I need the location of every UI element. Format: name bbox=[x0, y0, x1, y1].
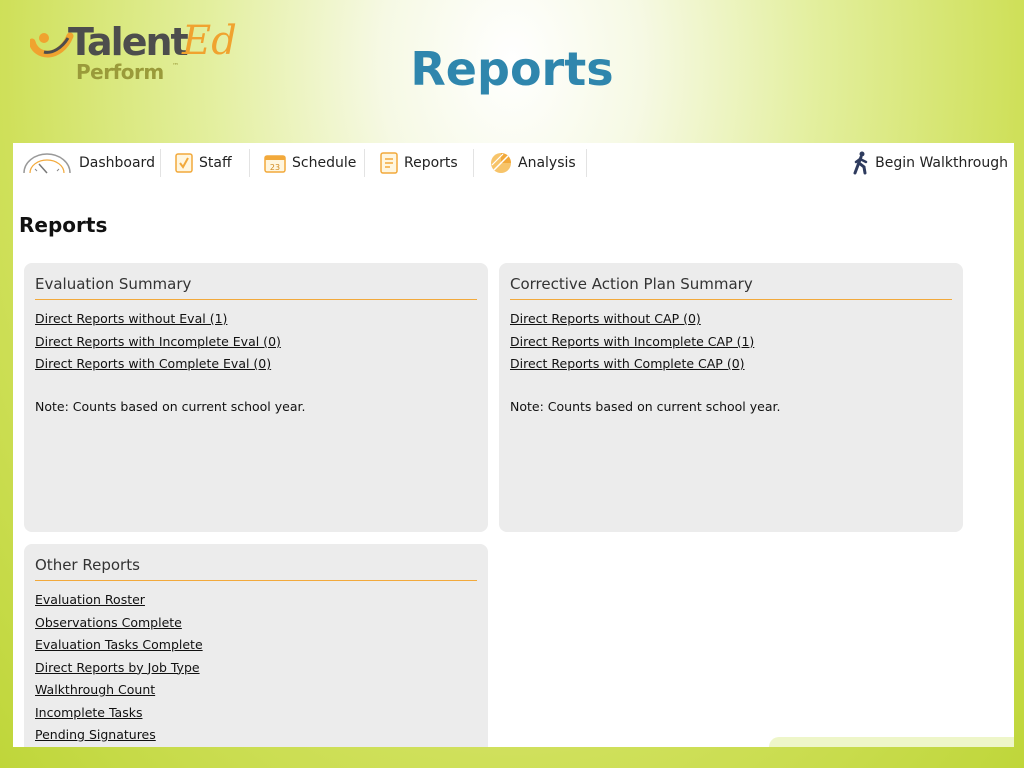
nav-dashboard[interactable]: Dashboard bbox=[21, 149, 161, 177]
calendar-icon: 23 bbox=[264, 153, 286, 173]
gauge-icon bbox=[21, 152, 73, 174]
walkthrough-count-link[interactable]: Walkthrough Count bbox=[35, 682, 155, 697]
checkbox-icon bbox=[175, 153, 193, 173]
other-reports-title: Other Reports bbox=[35, 556, 477, 581]
list-item: Direct Reports without Eval (1) bbox=[35, 308, 478, 331]
evaluation-summary-panel: Evaluation Summary Direct Reports withou… bbox=[24, 263, 488, 532]
walking-person-icon bbox=[853, 151, 869, 175]
observations-complete-link[interactable]: Observations Complete bbox=[35, 615, 182, 630]
list-item: Walkthrough Count bbox=[35, 679, 478, 702]
incomplete-tasks-link[interactable]: Incomplete Tasks bbox=[35, 705, 142, 720]
list-item: Incomplete Tasks bbox=[35, 702, 478, 725]
evaluation-roster-link[interactable]: Evaluation Roster bbox=[35, 592, 145, 607]
page-title: Reports bbox=[19, 213, 108, 237]
nav-staff-label: Staff bbox=[199, 155, 232, 171]
cap-summary-title: Corrective Action Plan Summary bbox=[510, 275, 952, 300]
list-item: Observations Complete bbox=[35, 612, 478, 635]
begin-walkthrough-button[interactable]: Begin Walkthrough bbox=[853, 149, 1008, 177]
begin-walkthrough-label: Begin Walkthrough bbox=[875, 155, 1008, 171]
nav-staff[interactable]: Staff bbox=[175, 149, 250, 177]
report-icon bbox=[380, 152, 398, 174]
other-reports-panel: Other Reports Evaluation Roster Observat… bbox=[24, 544, 488, 747]
pending-signatures-link[interactable]: Pending Signatures bbox=[35, 727, 156, 742]
eval-incomplete-link[interactable]: Direct Reports with Incomplete Eval (0) bbox=[35, 334, 281, 349]
nav-reports[interactable]: Reports bbox=[380, 149, 474, 177]
list-item: Evaluation Roster bbox=[35, 589, 478, 612]
list-item: Direct Reports with Complete CAP (0) bbox=[510, 353, 953, 376]
list-item: Evaluation Tasks Complete bbox=[35, 634, 478, 657]
list-item: Direct Reports with Incomplete Eval (0) bbox=[35, 331, 478, 354]
evaluation-summary-note: Note: Counts based on current school yea… bbox=[35, 398, 306, 414]
list-item: Direct Reports with Complete Eval (0) bbox=[35, 353, 478, 376]
cap-incomplete-link[interactable]: Direct Reports with Incomplete CAP (1) bbox=[510, 334, 754, 349]
eval-complete-link[interactable]: Direct Reports with Complete Eval (0) bbox=[35, 356, 271, 371]
evaluation-summary-title: Evaluation Summary bbox=[35, 275, 477, 300]
app-window: Dashboard Staff 23 Schedule Reports Anal… bbox=[13, 143, 1014, 747]
main-nav: Dashboard Staff 23 Schedule Reports Anal… bbox=[13, 143, 1014, 183]
cap-complete-link[interactable]: Direct Reports with Complete CAP (0) bbox=[510, 356, 745, 371]
list-item: Direct Reports with Incomplete CAP (1) bbox=[510, 331, 953, 354]
nav-analysis-label: Analysis bbox=[518, 155, 576, 171]
eval-without-link[interactable]: Direct Reports without Eval (1) bbox=[35, 311, 227, 326]
nav-schedule-label: Schedule bbox=[292, 155, 357, 171]
list-item: Pending Signatures bbox=[35, 724, 478, 747]
pie-chart-icon bbox=[490, 152, 512, 174]
slide-title: Reports bbox=[410, 42, 614, 96]
evaluation-tasks-complete-link[interactable]: Evaluation Tasks Complete bbox=[35, 637, 203, 652]
nav-reports-label: Reports bbox=[404, 155, 458, 171]
nav-schedule[interactable]: 23 Schedule bbox=[264, 149, 365, 177]
cap-summary-note: Note: Counts based on current school yea… bbox=[510, 398, 781, 414]
calendar-day-number: 23 bbox=[270, 163, 280, 172]
cap-summary-panel: Corrective Action Plan Summary Direct Re… bbox=[499, 263, 963, 532]
nav-analysis[interactable]: Analysis bbox=[490, 149, 587, 177]
bottom-corner-tab bbox=[769, 737, 1014, 747]
direct-reports-by-job-type-link[interactable]: Direct Reports by Job Type bbox=[35, 660, 200, 675]
nav-dashboard-label: Dashboard bbox=[79, 155, 155, 171]
list-item: Direct Reports without CAP (0) bbox=[510, 308, 953, 331]
cap-without-link[interactable]: Direct Reports without CAP (0) bbox=[510, 311, 701, 326]
list-item: Direct Reports by Job Type bbox=[35, 657, 478, 680]
